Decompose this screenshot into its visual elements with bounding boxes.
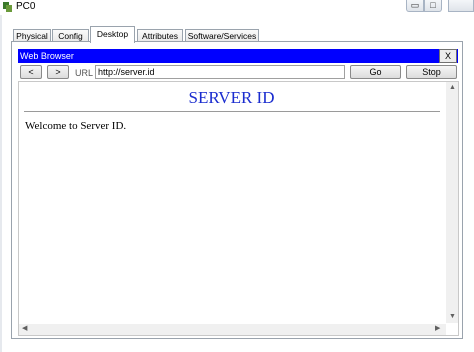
page-body-text: Welcome to Server ID. [25, 120, 127, 132]
scroll-up-icon[interactable]: ▲ [449, 84, 456, 92]
stop-button[interactable]: Stop [406, 65, 457, 79]
scroll-down-icon[interactable]: ▼ [449, 313, 456, 321]
maximize-button[interactable]: □ [424, 0, 442, 12]
horizontal-rule [24, 111, 440, 112]
tab-desktop[interactable]: Desktop [90, 26, 135, 43]
page-heading: SERVER ID [188, 88, 275, 107]
browser-viewport: SERVER ID Welcome to Server ID. ▲ ▼ ◀ ▶ [18, 81, 459, 336]
back-button[interactable]: < [20, 65, 42, 79]
app-icon [3, 2, 12, 12]
vertical-scrollbar[interactable]: ▲ ▼ [446, 82, 458, 323]
scroll-right-icon[interactable]: ▶ [435, 325, 440, 333]
window-left-edge [0, 15, 2, 352]
web-browser-title: Web Browser [20, 51, 74, 61]
window-titlebar: PC0 ▭ □ [0, 0, 474, 15]
url-label: URL [75, 68, 94, 78]
minimize-button[interactable]: ▭ [406, 0, 424, 12]
scroll-left-icon[interactable]: ◀ [22, 325, 27, 333]
web-browser-close-button[interactable]: X [439, 49, 457, 63]
horizontal-scrollbar[interactable]: ◀ ▶ [19, 324, 446, 335]
close-window-button[interactable] [448, 0, 474, 12]
web-browser-titlebar: Web Browser [18, 49, 458, 63]
go-button[interactable]: Go [350, 65, 401, 79]
window-title: PC0 [16, 1, 36, 12]
forward-button[interactable]: > [47, 65, 69, 79]
url-input[interactable]: http://server.id [95, 65, 345, 79]
